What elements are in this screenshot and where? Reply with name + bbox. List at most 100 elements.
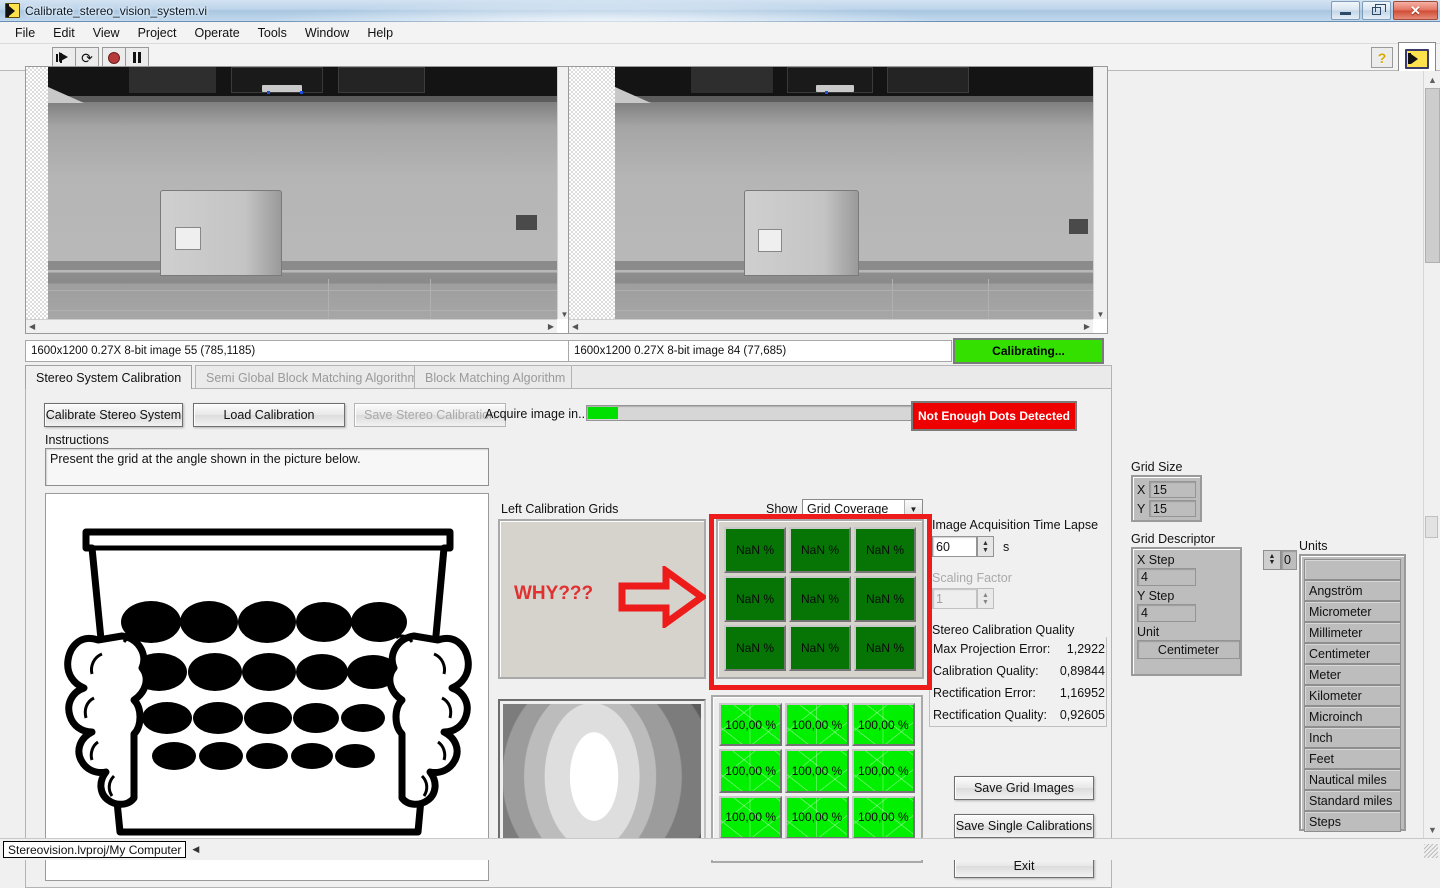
right-image-vscrollbar[interactable]: ▼ bbox=[1093, 67, 1107, 319]
scroll-down-icon[interactable]: ▼ bbox=[1424, 821, 1440, 838]
grid-size-y-input[interactable]: 15 bbox=[1149, 500, 1196, 517]
menu-edit[interactable]: Edit bbox=[44, 24, 84, 42]
grid-cell[interactable]: NaN % bbox=[724, 576, 786, 622]
scroll-up-icon[interactable]: ▲ bbox=[1424, 71, 1440, 88]
minimize-button[interactable] bbox=[1331, 1, 1360, 20]
grid-cell[interactable]: NaN % bbox=[724, 527, 786, 573]
x-step-input[interactable]: 4 bbox=[1137, 568, 1196, 586]
units-list-item[interactable]: Millimeter bbox=[1304, 622, 1401, 643]
close-button[interactable]: ✕ bbox=[1393, 1, 1438, 20]
grid-coverage-matrix-top[interactable]: NaN % NaN % NaN % NaN % NaN % NaN % NaN … bbox=[724, 527, 916, 671]
window-title-bar[interactable]: Calibrate_stereo_vision_system.vi ✕ bbox=[0, 0, 1440, 22]
units-list-item[interactable]: Kilometer bbox=[1304, 685, 1401, 706]
chevron-down-icon[interactable]: ▼ bbox=[904, 500, 922, 518]
pause-button[interactable] bbox=[125, 47, 149, 68]
menu-tools[interactable]: Tools bbox=[249, 24, 296, 42]
units-list-item[interactable]: Steps bbox=[1304, 811, 1401, 832]
scroll-right-icon[interactable]: ▶ bbox=[1081, 322, 1093, 331]
grid-cell[interactable]: 100,00 % bbox=[851, 749, 915, 793]
scaling-factor-control[interactable]: 1 ▲ ▼ bbox=[932, 588, 994, 609]
save-single-calibrations-button[interactable]: Save Single Calibrations bbox=[954, 814, 1094, 838]
units-list-item[interactable]: Inch bbox=[1304, 727, 1401, 748]
time-lapse-stepper[interactable]: ▲ ▼ bbox=[977, 536, 994, 557]
grid-size-x-row[interactable]: X 15 bbox=[1137, 481, 1196, 498]
menu-bar[interactable]: File Edit View Project Operate Tools Win… bbox=[0, 22, 1440, 44]
grid-cell[interactable]: 100,00 % bbox=[719, 703, 783, 747]
scrollbar-grip[interactable] bbox=[1425, 516, 1438, 538]
resize-grip-icon[interactable] bbox=[1424, 844, 1438, 858]
grid-coverage-matrix-top-container[interactable]: NaN % NaN % NaN % NaN % NaN % NaN % NaN … bbox=[716, 519, 924, 679]
units-list-item[interactable]: Standard miles bbox=[1304, 790, 1401, 811]
grid-cell[interactable]: 100,00 % bbox=[851, 795, 915, 839]
grid-cell[interactable]: 100,00 % bbox=[785, 703, 849, 747]
status-collapse-icon[interactable]: ◀ bbox=[192, 844, 199, 855]
grid-size-x-input[interactable]: 15 bbox=[1149, 481, 1196, 498]
scrollbar-thumb[interactable] bbox=[1425, 88, 1440, 263]
grid-cell[interactable]: 100,00 % bbox=[785, 795, 849, 839]
units-list-item[interactable]: Angström bbox=[1304, 580, 1401, 601]
run-button[interactable] bbox=[52, 47, 76, 68]
window-controls[interactable]: ✕ bbox=[1331, 1, 1438, 20]
calibrate-stereo-system-button[interactable]: Calibrate Stereo System bbox=[44, 403, 183, 427]
unit-value[interactable]: Centimeter bbox=[1137, 640, 1240, 659]
units-index-stepper[interactable]: ▲ ▼ bbox=[1263, 550, 1281, 570]
grid-cell[interactable]: 100,00 % bbox=[851, 703, 915, 747]
units-list-item[interactable]: Microinch bbox=[1304, 706, 1401, 727]
menu-operate[interactable]: Operate bbox=[185, 24, 248, 42]
units-index-value[interactable]: 0 bbox=[1281, 550, 1297, 570]
units-listbox[interactable]: Angström Micrometer Millimeter Centimete… bbox=[1299, 554, 1406, 832]
save-grid-images-button[interactable]: Save Grid Images bbox=[954, 776, 1094, 800]
menu-help[interactable]: Help bbox=[358, 24, 402, 42]
units-list-item[interactable]: Centimeter bbox=[1304, 643, 1401, 664]
show-dropdown[interactable]: Grid Coverage ▼ bbox=[802, 499, 923, 519]
scroll-left-icon[interactable]: ◀ bbox=[569, 322, 581, 331]
grid-cell[interactable]: NaN % bbox=[854, 625, 916, 671]
panel-vertical-scrollbar[interactable]: ▲ ▼ bbox=[1423, 71, 1440, 838]
grid-cell[interactable]: 100,00 % bbox=[719, 795, 783, 839]
grid-size-y-row[interactable]: Y 15 bbox=[1137, 500, 1196, 517]
tab-strip[interactable]: Stereo System Calibration Semi Global Bl… bbox=[25, 365, 1112, 389]
run-continuously-button[interactable]: ⟳ bbox=[75, 47, 99, 68]
units-list-item[interactable]: Meter bbox=[1304, 664, 1401, 685]
grid-cell[interactable]: 100,00 % bbox=[719, 749, 783, 793]
grid-descriptor-cluster[interactable]: X Step 4 Y Step 4 Unit Centimeter bbox=[1131, 547, 1242, 676]
grid-cell[interactable]: NaN % bbox=[724, 625, 786, 671]
grid-cell[interactable]: 100,00 % bbox=[785, 749, 849, 793]
units-list-item[interactable]: Micrometer bbox=[1304, 601, 1401, 622]
load-calibration-button[interactable]: Load Calibration bbox=[193, 403, 345, 427]
grid-size-cluster[interactable]: X 15 Y 15 bbox=[1131, 475, 1202, 522]
grid-cell[interactable]: NaN % bbox=[854, 527, 916, 573]
tab-block-matching-algorithm[interactable]: Block Matching Algorithm bbox=[414, 365, 577, 389]
grid-coverage-matrix-bottom[interactable]: 100,00 % 100,00 % 100,00 % 100,00 % 100,… bbox=[719, 703, 915, 839]
time-lapse-input[interactable]: 60 bbox=[932, 536, 977, 557]
scaling-factor-stepper[interactable]: ▲ ▼ bbox=[977, 588, 994, 609]
scroll-right-icon[interactable]: ▶ bbox=[545, 322, 557, 331]
menu-view[interactable]: View bbox=[84, 24, 129, 42]
tab-semi-global-block-matching[interactable]: Semi Global Block Matching Algorithm bbox=[195, 365, 429, 389]
grid-cell[interactable]: NaN % bbox=[789, 527, 851, 573]
scaling-factor-input[interactable]: 1 bbox=[932, 588, 977, 609]
left-image-display[interactable]: ▼ ◀ ▶ bbox=[25, 66, 572, 334]
grid-cell[interactable]: NaN % bbox=[854, 576, 916, 622]
restore-button[interactable] bbox=[1362, 1, 1391, 20]
left-image-canvas[interactable] bbox=[26, 67, 557, 319]
right-image-hscrollbar[interactable]: ◀ ▶ bbox=[569, 319, 1093, 333]
units-list-item[interactable]: Nautical miles bbox=[1304, 769, 1401, 790]
scroll-left-icon[interactable]: ◀ bbox=[26, 322, 38, 331]
context-help-button[interactable]: ? bbox=[1371, 47, 1393, 68]
grid-cell[interactable]: NaN % bbox=[789, 576, 851, 622]
menu-file[interactable]: File bbox=[6, 24, 44, 42]
right-image-canvas[interactable] bbox=[569, 67, 1093, 319]
save-stereo-calibration-button[interactable]: Save Stereo Calibration bbox=[354, 403, 506, 427]
grid-cell[interactable]: NaN % bbox=[789, 625, 851, 671]
y-step-input[interactable]: 4 bbox=[1137, 604, 1196, 622]
menu-project[interactable]: Project bbox=[129, 24, 186, 42]
units-list-item[interactable]: Feet bbox=[1304, 748, 1401, 769]
right-image-display[interactable]: ▼ ◀ ▶ bbox=[568, 66, 1108, 334]
left-image-hscrollbar[interactable]: ◀ ▶ bbox=[26, 319, 557, 333]
time-lapse-control[interactable]: 60 ▲ ▼ s bbox=[932, 536, 1009, 557]
tab-stereo-system-calibration[interactable]: Stereo System Calibration bbox=[25, 365, 193, 389]
units-list-item[interactable] bbox=[1304, 559, 1401, 580]
menu-window[interactable]: Window bbox=[296, 24, 358, 42]
abort-button[interactable] bbox=[102, 47, 126, 68]
